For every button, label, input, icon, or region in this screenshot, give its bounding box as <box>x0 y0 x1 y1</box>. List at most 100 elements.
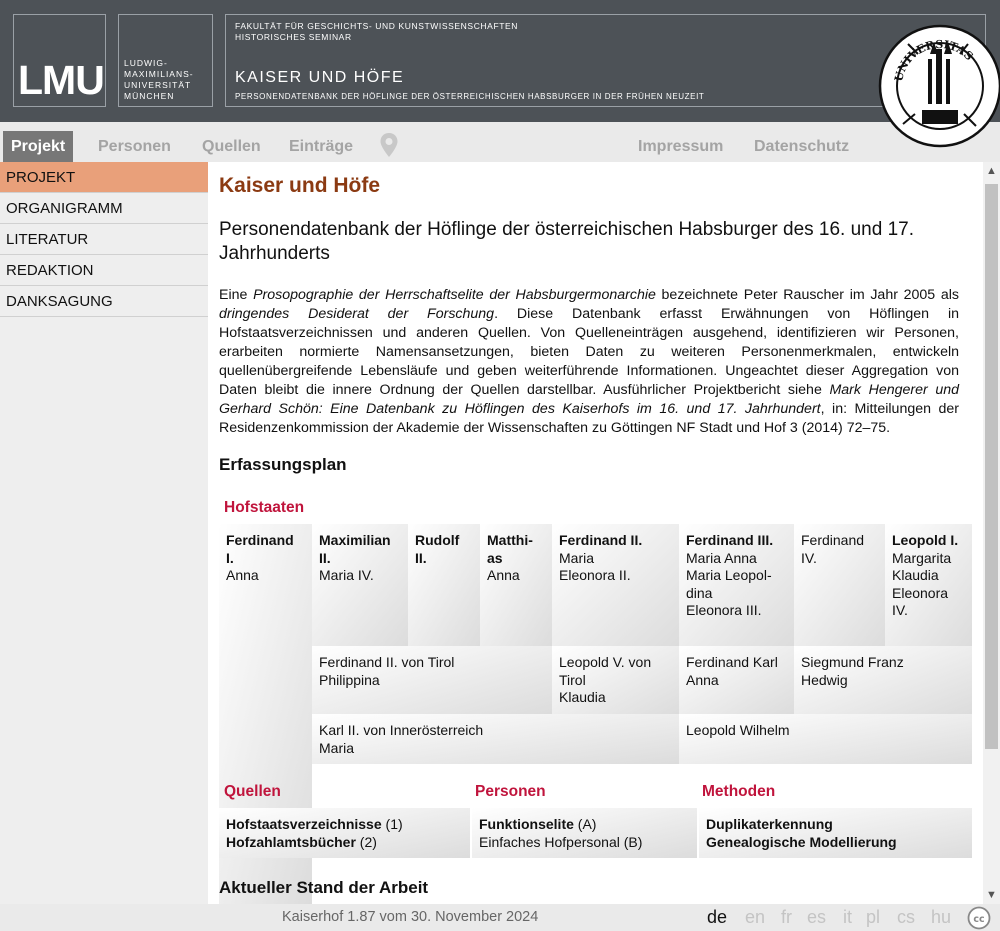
project-subtitle: PERSONENDATENBANK DER HÖFLINGE DER ÖSTER… <box>235 92 705 101</box>
intro-text: Eine <box>219 287 254 303</box>
project-title: KAISER UND HÖFE <box>235 69 405 86</box>
faculty-line: FAKULTÄT FÜR GESCHICHTS- UND KUNSTWISSEN… <box>235 21 519 31</box>
hofstaat-member: Maria <box>319 739 355 756</box>
hofstaat-member: Maria Anna <box>686 549 757 566</box>
tab-projekt[interactable]: Projekt <box>3 131 74 162</box>
main-navigation: Projekt Personen Quellen Einträge Impres… <box>0 122 1000 162</box>
tab-eintraege[interactable]: Einträge <box>281 131 361 162</box>
hofstaat-cell[interactable]: Leopold I. Margarita Klaudia Eleonora IV. <box>885 524 972 646</box>
hofstaat-cell[interactable]: Leopold Wilhelm <box>679 714 972 764</box>
hofstaat-member: Leopold V. von Tirol <box>559 654 652 688</box>
faculty-banner[interactable]: FAKULTÄT FÜR GESCHICHTS- UND KUNSTWISSEN… <box>225 14 986 107</box>
hofstaat-ruler: Rudolf II. <box>415 532 460 566</box>
lang-cs[interactable]: cs <box>897 907 915 928</box>
stand-heading: Aktueller Stand der Arbeit <box>219 878 429 897</box>
category-note: Einfaches Hofpersonal (B) <box>479 833 643 850</box>
tab-personen[interactable]: Personen <box>90 131 179 162</box>
creative-commons-icon[interactable]: cc <box>967 906 991 930</box>
vertical-scrollbar[interactable]: ▲ ▼ <box>983 162 1000 904</box>
hofstaat-member: Hedwig <box>801 671 848 688</box>
lang-fr[interactable]: fr <box>781 907 792 928</box>
hofstaat-member: Eleonora IV. <box>892 584 949 619</box>
sidebar-item-projekt[interactable]: PROJEKT <box>0 162 208 193</box>
university-name-box[interactable]: LUDWIG- MAXIMILIANS- UNIVERSITÄT MÜNCHEN <box>118 14 213 107</box>
intro-paragraph: Eine Prosopographie der Herrschaftselite… <box>219 286 959 438</box>
lang-es[interactable]: es <box>807 907 826 928</box>
lang-de[interactable]: de <box>707 907 727 928</box>
seminar-line: HISTORISCHES SEMINAR <box>235 32 352 42</box>
sidebar-item-organigramm[interactable]: ORGANIGRAMM <box>0 193 208 224</box>
intro-emphasis: Prosopographie der Herrschaftselite der … <box>253 287 656 303</box>
lmu-logo[interactable]: LMU <box>13 14 106 107</box>
hofstaat-cell[interactable]: Ferdinand Karl Anna <box>679 646 794 714</box>
hofstaat-member: Maria IV. <box>319 567 374 583</box>
category-line: Duplikaterkennung <box>706 816 965 834</box>
hofstaat-cell[interactable]: Ferdinand IV. <box>794 524 885 646</box>
hofstaat-ruler: Ferdinand II. <box>559 532 643 548</box>
hofstaat-ruler: Ferdinand I. <box>226 532 294 566</box>
hofstaat-cell[interactable]: Rudolf II. <box>408 524 480 646</box>
university-line: UNIVERSITÄT <box>124 80 192 90</box>
erfassungsplan-heading: Erfassungsplan <box>219 455 347 474</box>
hofstaat-member: Philippina <box>319 671 380 688</box>
quellen-cell[interactable]: Hofstaatsverzeichnisse (1) Hofzahlamtsbüc… <box>219 808 470 858</box>
hofstaat-member: Klaudia <box>559 689 606 705</box>
hofstaat-ruler: Ferdinand III. <box>686 532 774 548</box>
sidebar-item-danksagung[interactable]: DANKSAGUNG <box>0 286 208 317</box>
hofstaat-member: Leopold Wilhelm <box>686 722 790 738</box>
map-pin-icon[interactable] <box>379 132 399 158</box>
scrollbar-thumb[interactable] <box>985 184 998 749</box>
lang-hu[interactable]: hu <box>931 907 951 928</box>
version-info: Kaiserhof 1.87 vom 30. November 2024 <box>282 909 539 925</box>
hofstaat-member: Ferdinand II. von Tirol <box>319 654 455 670</box>
hofstaat-member: Klaudia <box>892 567 939 583</box>
hofstaat-ruler: Matthi-as <box>487 532 533 566</box>
category-term: Hofzahlamtsbücher <box>226 833 356 850</box>
category-note: (A) <box>573 816 597 832</box>
hofstaat-member: Ferdinand IV. <box>801 532 865 566</box>
personen-label: Personen <box>475 783 546 800</box>
scroll-up-icon[interactable]: ▲ <box>983 162 1000 180</box>
hofstaat-cell[interactable]: Ferdinand III. Maria Anna Maria Leopol-din… <box>679 524 794 646</box>
cc-label: cc <box>973 914 984 925</box>
hofstaat-ruler: Leopold I. <box>892 532 959 548</box>
hofstaat-cell[interactable]: Siegmund Franz Hedwig <box>794 646 972 714</box>
tab-quellen[interactable]: Quellen <box>194 131 269 162</box>
sidebar-item-redaktion[interactable]: REDAKTION <box>0 255 208 286</box>
hofstaat-cell[interactable]: Matthi-as Anna <box>480 524 552 646</box>
hofstaat-member: Maria Leopol-dina <box>686 567 772 601</box>
category-line: Einfaches Hofpersonal (B) <box>479 834 690 852</box>
lang-en[interactable]: en <box>745 907 765 928</box>
hofstaat-member: Siegmund Franz <box>801 654 904 670</box>
intro-text: bezeichnete Peter Rauscher im Jahr 2005 … <box>655 287 959 303</box>
personen-cell[interactable]: Funktionselite (A) Einfaches Hofpersonal … <box>472 808 697 858</box>
lang-pl[interactable]: pl <box>866 907 880 928</box>
methoden-cell[interactable]: Duplikaterkennung Genealogische Modellier… <box>699 808 972 858</box>
category-term: Hofstaatsverzeichnisse <box>226 816 382 832</box>
hofstaat-member: Maria <box>559 549 595 566</box>
intro-emphasis: dringendes Desiderat der Forschung <box>219 306 495 322</box>
sidebar-item-literatur[interactable]: LITERATUR <box>0 224 208 255</box>
hofstaat-member: Anna <box>686 671 719 688</box>
category-line: Genealogische Modellierung <box>706 834 965 852</box>
university-name: LUDWIG- MAXIMILIANS- UNIVERSITÄT MÜNCHEN <box>124 58 194 102</box>
impressum-link[interactable]: Impressum <box>630 131 731 162</box>
methoden-label: Methoden <box>702 783 776 800</box>
university-line: LUDWIG- <box>124 58 168 68</box>
lang-it[interactable]: it <box>843 907 852 928</box>
category-line: Hofzahlamtsbücher (2) <box>226 834 463 852</box>
hofstaat-cell[interactable]: Karl II. von Innerösterreich Maria <box>312 714 679 764</box>
hofstaat-cell[interactable]: Ferdinand II. Maria Eleonora II. <box>552 524 679 646</box>
category-line: Funktionselite (A) <box>479 816 690 834</box>
category-term: Genealogische Modellierung <box>706 833 897 850</box>
category-term: Duplikaterkennung <box>706 816 833 832</box>
hofstaat-cell[interactable]: Ferdinand II. von Tirol Philippina <box>312 646 552 714</box>
datenschutz-link[interactable]: Datenschutz <box>746 131 857 162</box>
main-content: Kaiser und Höfe Personendatenbank der Hö… <box>208 162 983 904</box>
hofstaat-cell[interactable]: Maximilian II. Maria IV. <box>312 524 408 646</box>
page-subtitle: Personendatenbank der Höflinge der öster… <box>219 219 915 264</box>
university-line: MAXIMILIANS- <box>124 69 194 79</box>
hofstaat-member: Karl II. von Innerösterreich <box>319 722 484 738</box>
hofstaat-cell[interactable]: Leopold V. von Tirol Klaudia <box>552 646 679 714</box>
scroll-down-icon[interactable]: ▼ <box>983 886 1000 904</box>
